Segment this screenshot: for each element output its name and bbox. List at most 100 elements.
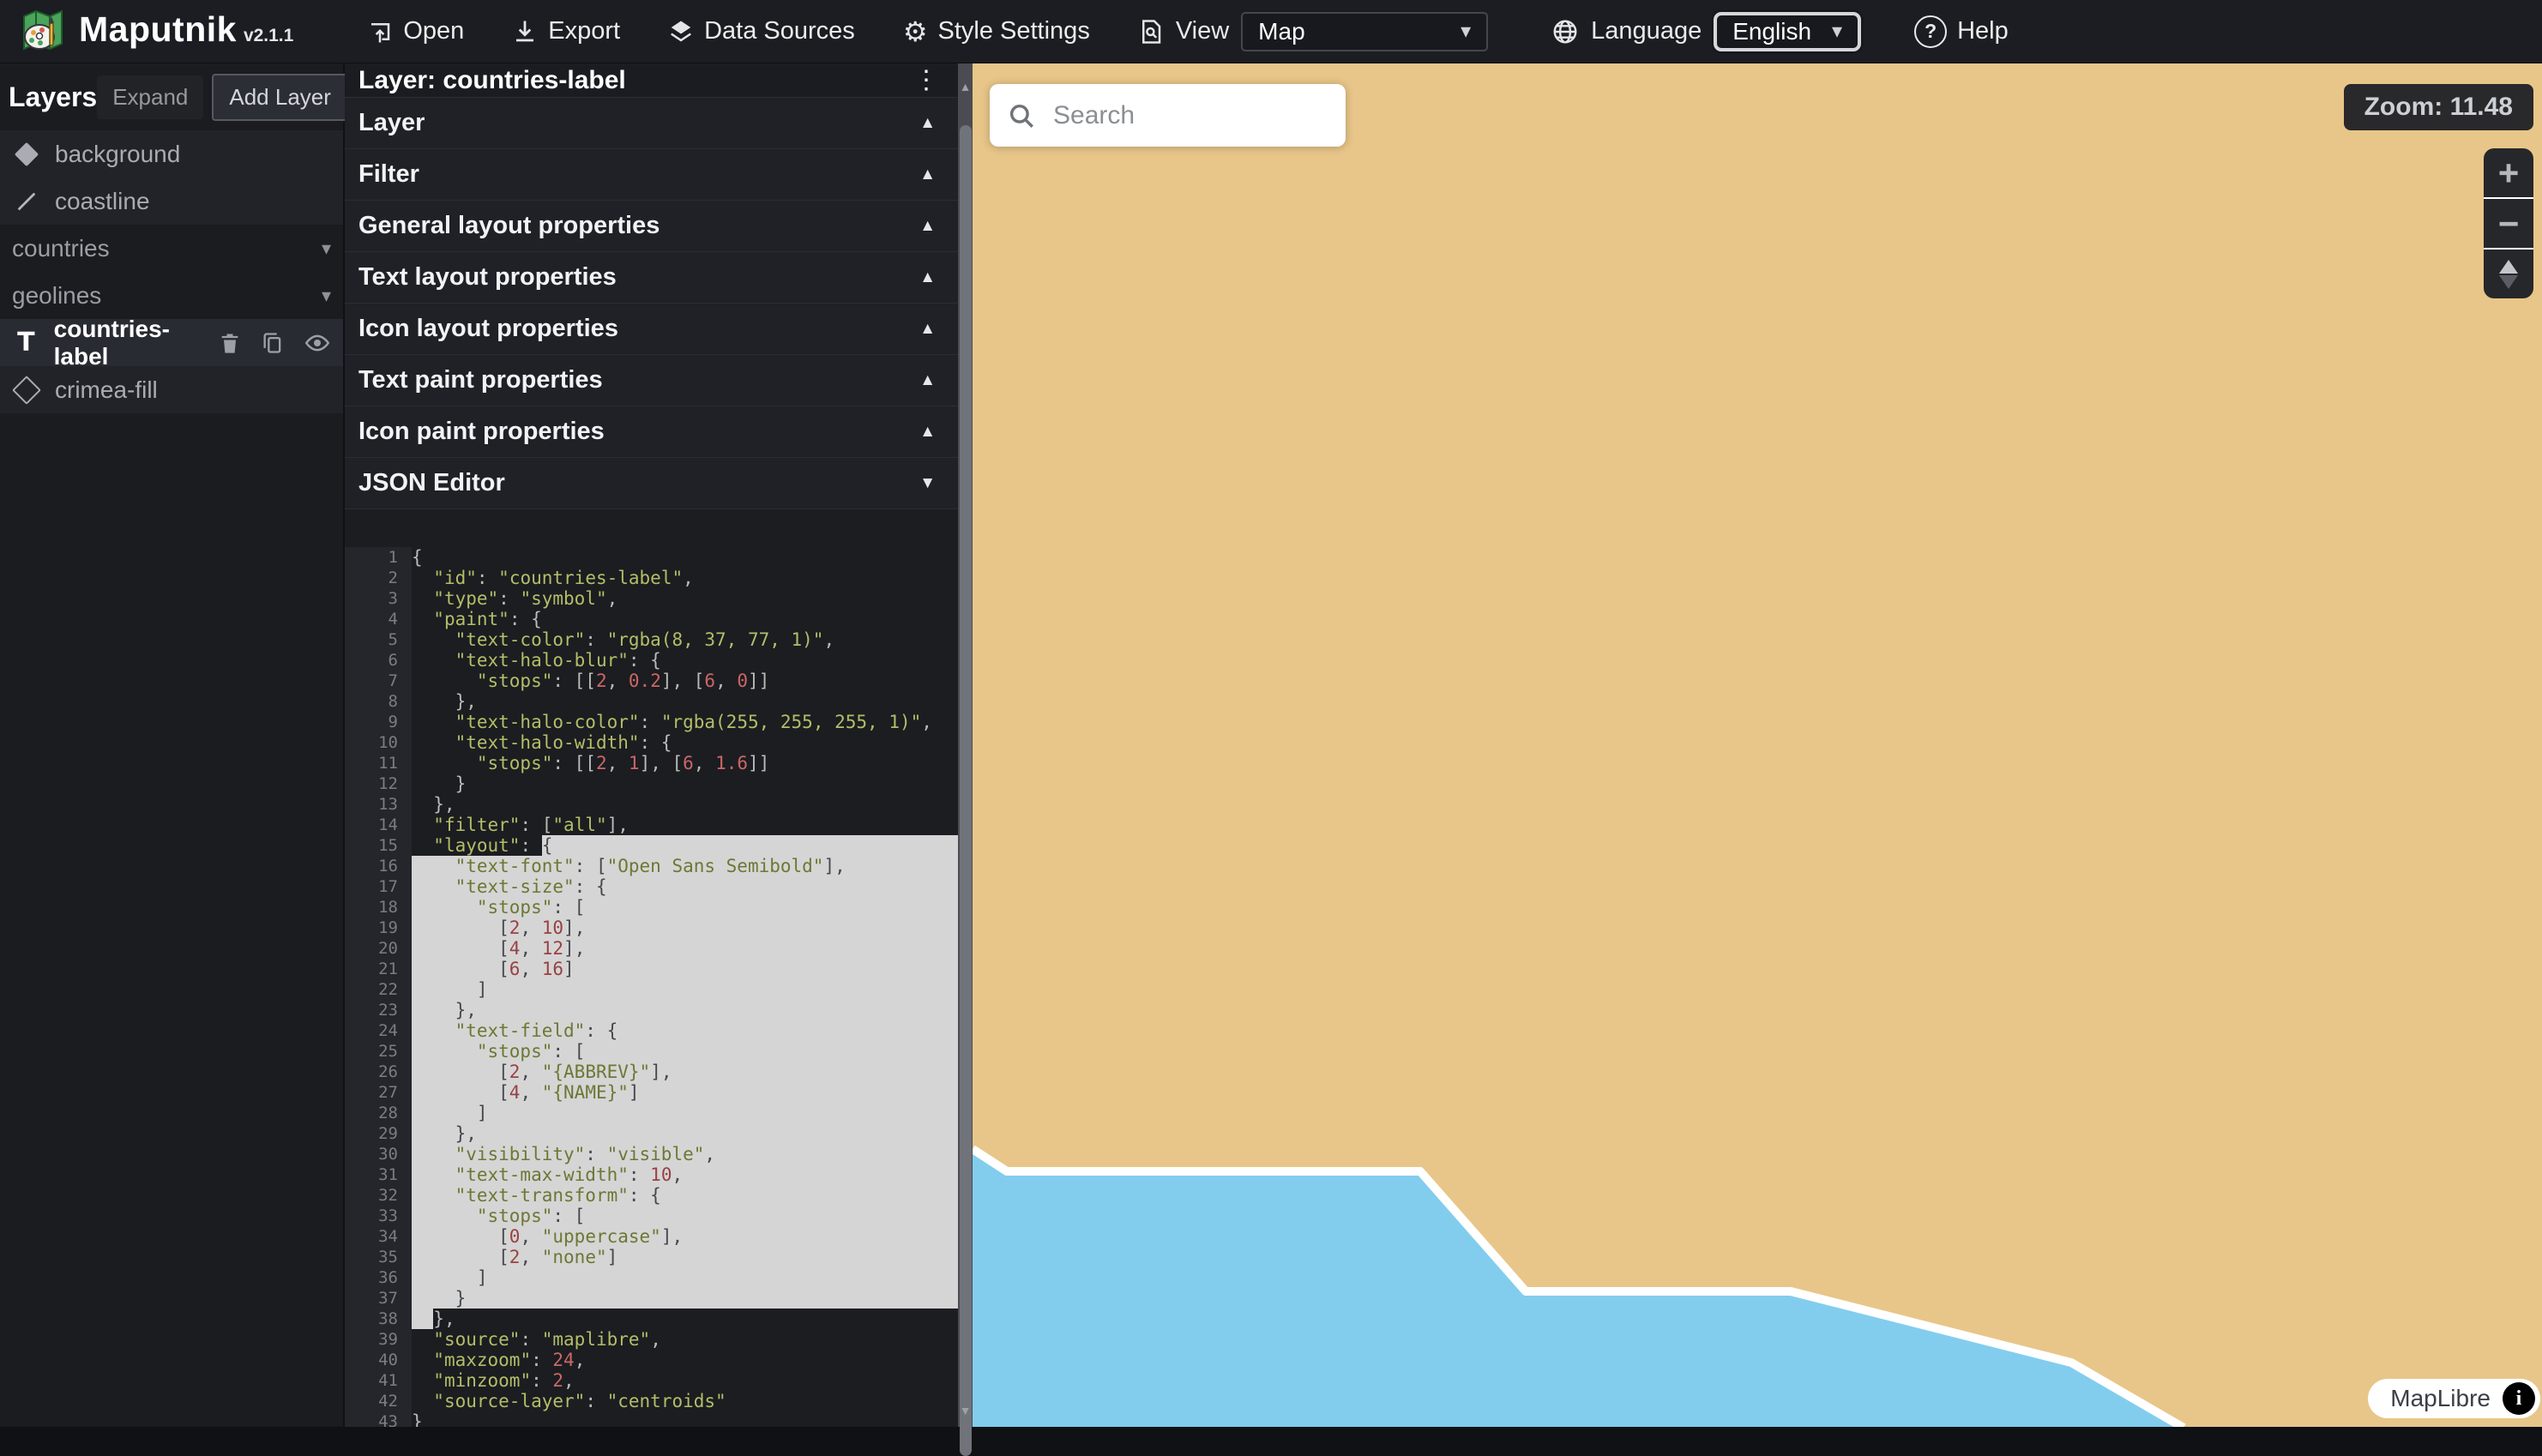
editor-line[interactable]: 21 [6, 16] (345, 959, 958, 979)
scroll-down-arrow-icon[interactable]: ▼ (958, 1399, 973, 1422)
editor-line[interactable]: 37 } (345, 1288, 958, 1309)
export-button[interactable]: Export (512, 17, 620, 45)
style-settings-button[interactable]: ⚙Style Settings (903, 17, 1090, 45)
layer-list: backgroundcoastlinecountries▾geolines▾Tc… (0, 130, 343, 413)
scroll-up-arrow-icon[interactable]: ▲ (958, 75, 973, 98)
info-icon[interactable]: i (2503, 1382, 2535, 1415)
editor-line[interactable]: 31 "text-max-width": 10, (345, 1164, 958, 1185)
pitch-toggle-button[interactable] (2484, 248, 2533, 298)
chevron-down-icon: ▾ (1832, 19, 1842, 44)
view-select[interactable]: Map ▾ (1241, 12, 1488, 51)
expand-button[interactable]: Expand (97, 75, 203, 119)
editor-line[interactable]: 29 }, (345, 1123, 958, 1144)
data-sources-icon (668, 19, 694, 45)
caret-up-icon: ▲ (919, 423, 936, 442)
language-select[interactable]: English ▾ (1714, 12, 1861, 51)
editor-line[interactable]: 28 ] (345, 1103, 958, 1123)
section-icon-layout-properties[interactable]: Icon layout properties▲ (345, 304, 958, 355)
editor-line[interactable]: 23 }, (345, 1000, 958, 1020)
layer-group-countries[interactable]: countries▾ (0, 225, 343, 272)
editor-line[interactable]: 16 "text-font": ["Open Sans Semibold"], (345, 856, 958, 876)
editor-line[interactable]: 4 "paint": { (345, 609, 958, 629)
globe-icon (1551, 18, 1579, 45)
editor-line[interactable]: 34 [0, "uppercase"], (345, 1226, 958, 1247)
editor-line[interactable]: 25 "stops": [ (345, 1041, 958, 1062)
editor-line[interactable]: 33 "stops": [ (345, 1206, 958, 1226)
editor-line[interactable]: 42 "source-layer": "centroids" (345, 1391, 958, 1411)
caret-up-icon: ▲ (919, 268, 936, 287)
editor-line[interactable]: 6 "text-halo-blur": { (345, 650, 958, 671)
editor-line[interactable]: 5 "text-color": "rgba(8, 37, 77, 1)", (345, 629, 958, 650)
section-text-paint-properties[interactable]: Text paint properties▲ (345, 355, 958, 406)
caret-down-icon: ▼ (919, 474, 936, 493)
section-general-layout-properties[interactable]: General layout properties▲ (345, 201, 958, 252)
layer-group-geolines[interactable]: geolines▾ (0, 272, 343, 319)
language-select-value: English (1732, 18, 1811, 45)
editor-line[interactable]: 27 [4, "{NAME}"] (345, 1082, 958, 1103)
map-view[interactable]: Zoom: 11.48 + − MapLibre i (973, 63, 2542, 1427)
duplicate-icon[interactable] (261, 330, 285, 356)
editor-line[interactable]: 8 }, (345, 691, 958, 712)
editor-line[interactable]: 39 "source": "maplibre", (345, 1329, 958, 1350)
layer-item-coastline[interactable]: coastline (0, 177, 343, 225)
editor-line[interactable]: 11 "stops": [[2, 1], [6, 1.6]] (345, 753, 958, 773)
section-json-editor[interactable]: JSON Editor▼ (345, 458, 958, 509)
open-button[interactable]: Open (367, 17, 464, 45)
editor-line[interactable]: 20 [4, 12], (345, 938, 958, 959)
editor-line[interactable]: 3 "type": "symbol", (345, 588, 958, 609)
editor-line[interactable]: 40 "maxzoom": 24, (345, 1350, 958, 1370)
scrollbar-thumb[interactable] (960, 125, 972, 1456)
editor-line[interactable]: 17 "text-size": { (345, 876, 958, 897)
layer-item-crimea-fill[interactable]: crimea-fill (0, 366, 343, 413)
editor-line[interactable]: 32 "text-transform": { (345, 1185, 958, 1206)
editor-line[interactable]: 12 } (345, 773, 958, 794)
search-input[interactable] (1051, 100, 1386, 131)
data-sources-button[interactable]: Data Sources (668, 17, 855, 45)
add-layer-button[interactable]: Add Layer (212, 74, 348, 121)
editor-line[interactable]: 30 "visibility": "visible", (345, 1144, 958, 1164)
editor-line[interactable]: 15 "layout": { (345, 835, 958, 856)
map-canvas (973, 63, 2542, 1427)
editor-line[interactable]: 43} (345, 1411, 958, 1427)
editor-line[interactable]: 18 "stops": [ (345, 897, 958, 918)
editor-line[interactable]: 22 ] (345, 979, 958, 1000)
editor-line[interactable]: 35 [2, "none"] (345, 1247, 958, 1267)
editor-line[interactable]: 7 "stops": [[2, 0.2], [6, 0]] (345, 671, 958, 691)
section-filter[interactable]: Filter▲ (345, 149, 958, 201)
editor-line[interactable]: 10 "text-halo-width": { (345, 732, 958, 753)
editor-line[interactable]: 1{ (345, 547, 958, 568)
panel-title: Layer: countries-label (358, 66, 626, 95)
section-text-layout-properties[interactable]: Text layout properties▲ (345, 252, 958, 304)
editor-line[interactable]: 38 }, (345, 1309, 958, 1329)
zoom-out-button[interactable]: − (2484, 197, 2533, 248)
editor-line[interactable]: 26 [2, "{ABBREV}"], (345, 1062, 958, 1082)
section-icon-paint-properties[interactable]: Icon paint properties▲ (345, 406, 958, 458)
zoom-in-button[interactable]: + (2484, 148, 2533, 197)
main-area: Layers Expand Add Layer backgroundcoastl… (0, 63, 2542, 1427)
editor-line[interactable]: 9 "text-halo-color": "rgba(255, 255, 255… (345, 712, 958, 732)
view-icon (1138, 19, 1164, 45)
zoom-level-badge: Zoom: 11.48 (2344, 84, 2533, 130)
topbar: Maputnik v2.1.1 Open Export Data Sources ⚙S… (0, 0, 2542, 63)
editor-line[interactable]: 14 "filter": ["all"], (345, 815, 958, 835)
editor-line[interactable]: 13 }, (345, 794, 958, 815)
more-options-icon[interactable]: ⋮ (907, 69, 946, 92)
caret-up-icon: ▲ (919, 165, 936, 184)
editor-line[interactable]: 2 "id": "countries-label", (345, 568, 958, 588)
maputnik-logo-icon (19, 9, 67, 54)
editor-line[interactable]: 36 ] (345, 1267, 958, 1288)
layer-item-background[interactable]: background (0, 130, 343, 177)
app-logo[interactable]: Maputnik v2.1.1 (19, 9, 293, 54)
visibility-icon[interactable] (304, 330, 331, 356)
panel-scrollbar[interactable]: ▲ ▼ (958, 63, 973, 1427)
json-editor[interactable]: 1{2 "id": "countries-label",3 "type": "s… (345, 509, 958, 1427)
editor-line[interactable]: 41 "minzoom": 2, (345, 1370, 958, 1391)
open-icon (367, 19, 393, 45)
help-button[interactable]: ? Help (1914, 15, 2009, 48)
section-layer[interactable]: Layer▲ (345, 98, 958, 149)
delete-icon[interactable] (218, 330, 242, 356)
layer-item-countries-label[interactable]: Tcountries-label (0, 319, 343, 366)
editor-line[interactable]: 19 [2, 10], (345, 918, 958, 938)
search-icon (1007, 101, 1036, 130)
editor-line[interactable]: 24 "text-field": { (345, 1020, 958, 1041)
